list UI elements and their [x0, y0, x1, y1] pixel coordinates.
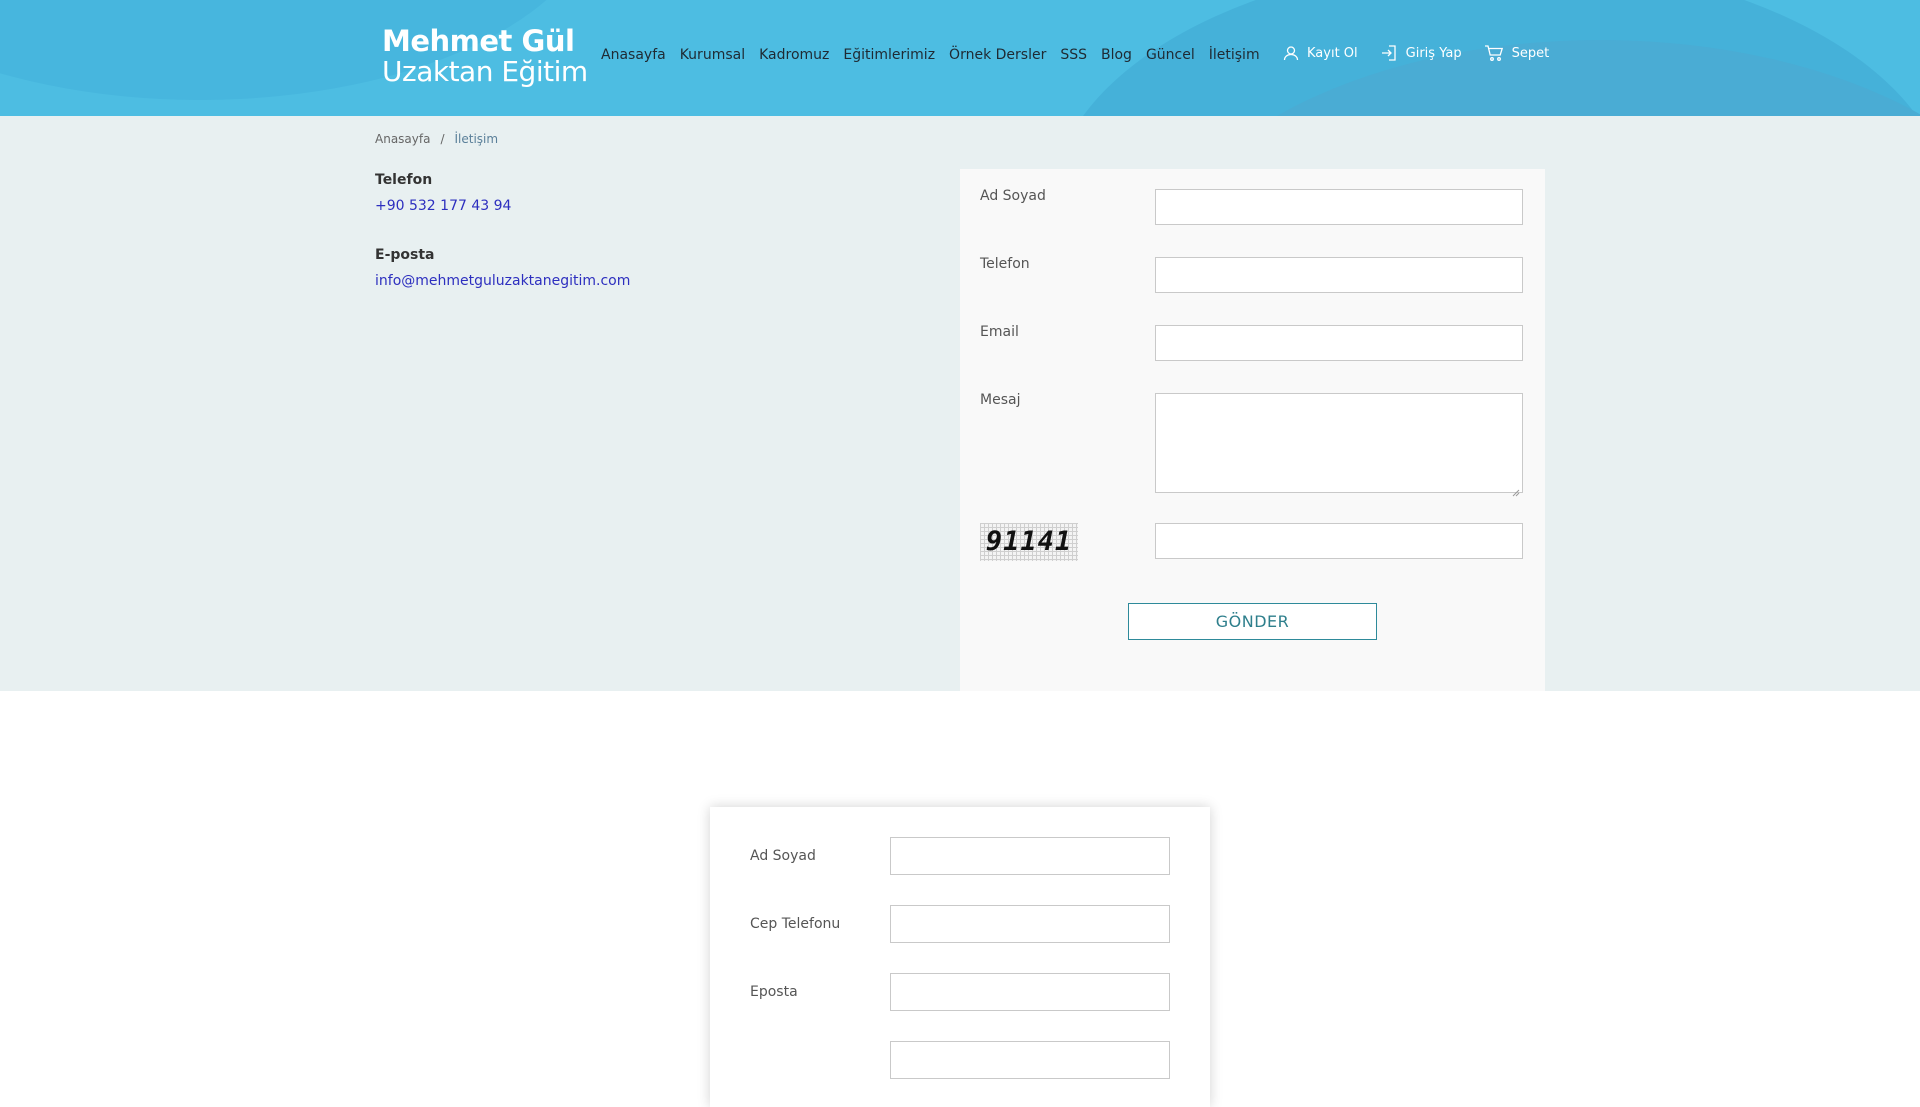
- captcha-input[interactable]: [1155, 523, 1523, 559]
- main-nav: Anasayfa Kurumsal Kadromuz Eğitimlerimiz…: [601, 47, 1260, 63]
- message-textarea[interactable]: [1155, 393, 1523, 497]
- nav-item-iletisim[interactable]: İletişim: [1209, 47, 1260, 63]
- email-field-label: Email: [980, 324, 1019, 340]
- captcha-image: 91141: [980, 523, 1078, 561]
- lower-email-input[interactable]: [890, 973, 1170, 1011]
- contact-form: Ad Soyad Telefon Email Mesaj 91141 GÖNDE…: [960, 169, 1545, 691]
- callback-form: Ad Soyad Cep Telefonu Eposta: [710, 807, 1210, 1107]
- cart-icon: [1484, 44, 1504, 62]
- site-header: Mehmet Gül Uzaktan Eğitim Anasayfa Kurum…: [0, 0, 1920, 116]
- lower-extra-input[interactable]: [890, 1041, 1170, 1079]
- phone-label: Telefon: [375, 172, 433, 188]
- nav-item-blog[interactable]: Blog: [1101, 47, 1132, 63]
- phone-link[interactable]: +90 532 177 43 94: [375, 198, 511, 214]
- phone-field-label: Telefon: [980, 256, 1030, 272]
- email-input[interactable]: [1155, 325, 1523, 361]
- name-input[interactable]: [1155, 189, 1523, 225]
- name-field-label: Ad Soyad: [980, 188, 1046, 204]
- login-link[interactable]: Giriş Yap: [1380, 44, 1462, 62]
- register-label: Kayıt Ol: [1307, 45, 1358, 61]
- breadcrumb: Anasayfa / İletişim: [375, 132, 498, 146]
- cart-label: Sepet: [1511, 45, 1550, 61]
- contact-phone-block: Telefon +90 532 177 43 94: [375, 172, 511, 214]
- logo-line-1: Mehmet Gül: [382, 24, 575, 58]
- breadcrumb-separator: /: [440, 132, 445, 146]
- user-icon: [1283, 45, 1299, 61]
- site-logo[interactable]: Mehmet Gül Uzaktan Eğitim: [382, 24, 588, 88]
- nav-item-sss[interactable]: SSS: [1060, 47, 1087, 63]
- lower-email-label: Eposta: [750, 984, 798, 1000]
- nav-item-ornek-dersler[interactable]: Örnek Dersler: [949, 47, 1046, 63]
- phone-input[interactable]: [1155, 257, 1523, 293]
- lower-mobile-input[interactable]: [890, 905, 1170, 943]
- send-button[interactable]: GÖNDER: [1128, 603, 1377, 640]
- email-label: E-posta: [375, 247, 435, 263]
- resize-handle-icon[interactable]: [1512, 482, 1520, 497]
- breadcrumb-home[interactable]: Anasayfa: [375, 132, 430, 146]
- login-icon: [1380, 44, 1398, 62]
- nav-item-kadromuz[interactable]: Kadromuz: [759, 47, 829, 63]
- breadcrumb-current: İletişim: [454, 132, 499, 146]
- register-link[interactable]: Kayıt Ol: [1283, 45, 1358, 61]
- message-field-label: Mesaj: [980, 392, 1021, 408]
- user-nav: Kayıt Ol Giriş Yap Sepet: [1283, 44, 1549, 62]
- nav-item-egitimlerimiz[interactable]: Eğitimlerimiz: [843, 47, 935, 63]
- cart-link[interactable]: Sepet: [1484, 44, 1550, 62]
- logo-line-2: Uzaktan Eğitim: [382, 55, 588, 88]
- nav-item-anasayfa[interactable]: Anasayfa: [601, 47, 666, 63]
- email-link[interactable]: info@mehmetguluzaktanegitim.com: [375, 273, 630, 289]
- lower-mobile-label: Cep Telefonu: [750, 916, 841, 932]
- lower-name-input[interactable]: [890, 837, 1170, 875]
- contact-email-block: E-posta info@mehmetguluzaktanegitim.com: [375, 247, 630, 289]
- nav-item-guncel[interactable]: Güncel: [1146, 47, 1195, 63]
- lower-name-label: Ad Soyad: [750, 848, 816, 864]
- nav-item-kurumsal[interactable]: Kurumsal: [680, 47, 745, 63]
- login-label: Giriş Yap: [1405, 45, 1462, 61]
